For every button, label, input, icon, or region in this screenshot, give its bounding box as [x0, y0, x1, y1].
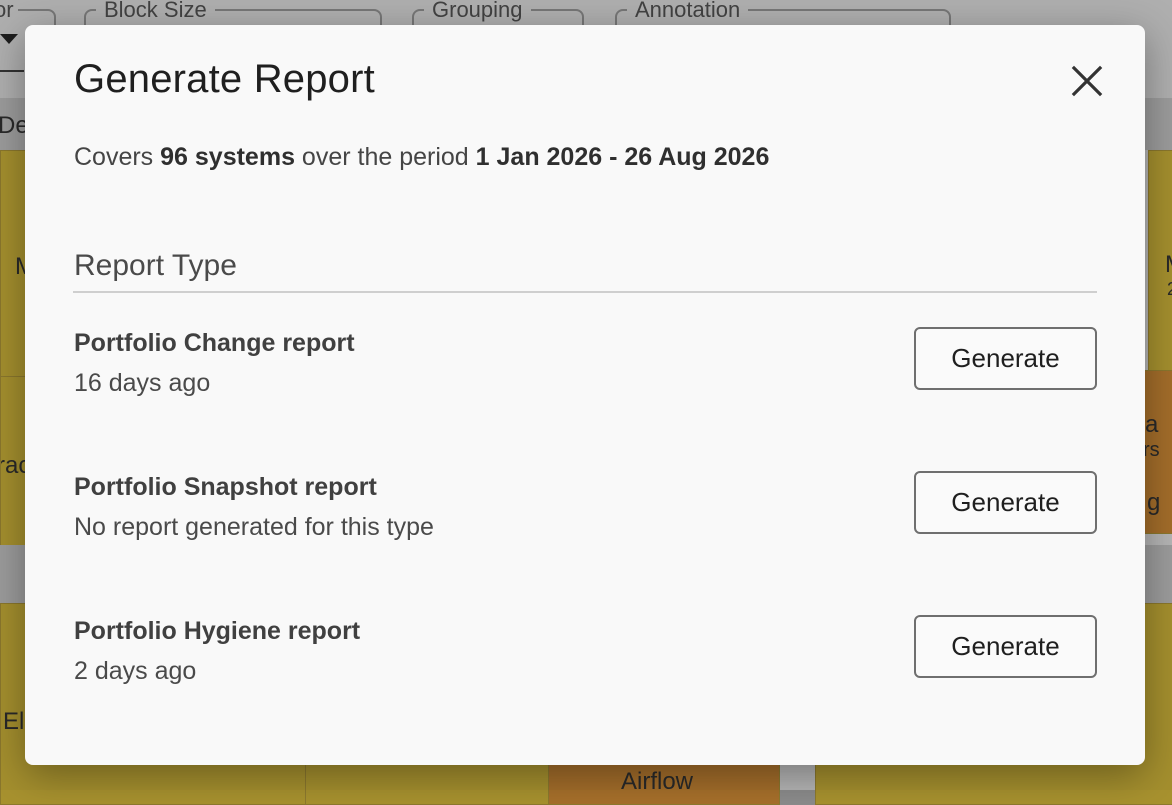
report-type-heading: Report Type — [74, 249, 237, 282]
generate-hygiene-report-button[interactable]: Generate — [914, 615, 1097, 678]
report-row-snapshot: Portfolio Snapshot report No report gene… — [74, 471, 1097, 543]
report-summary: Covers 96 systems over the period 1 Jan … — [74, 143, 769, 172]
close-button[interactable] — [1065, 59, 1109, 103]
report-name: Portfolio Change report — [74, 329, 355, 357]
report-status: 2 days ago — [74, 657, 197, 685]
report-row-hygiene: Portfolio Hygiene report 2 days ago Gene… — [74, 615, 1097, 687]
report-status: No report generated for this type — [74, 513, 434, 541]
report-period: 1 Jan 2026 - 26 Aug 2026 — [475, 143, 770, 171]
generate-change-report-button[interactable]: Generate — [914, 327, 1097, 390]
close-icon — [1071, 65, 1103, 97]
generate-snapshot-report-button[interactable]: Generate — [914, 471, 1097, 534]
report-status: 16 days ago — [74, 369, 211, 397]
generate-report-dialog: Generate Report Covers 96 systems over t… — [25, 25, 1145, 765]
summary-prefix: Covers — [74, 143, 154, 171]
report-row-change: Portfolio Change report 16 days ago Gene… — [74, 327, 1097, 399]
systems-count: 96 systems — [160, 143, 295, 171]
section-divider — [73, 291, 1097, 293]
summary-middle: over the period — [301, 143, 469, 171]
report-name: Portfolio Hygiene report — [74, 617, 361, 645]
dialog-title: Generate Report — [74, 57, 375, 101]
report-name: Portfolio Snapshot report — [74, 473, 377, 501]
